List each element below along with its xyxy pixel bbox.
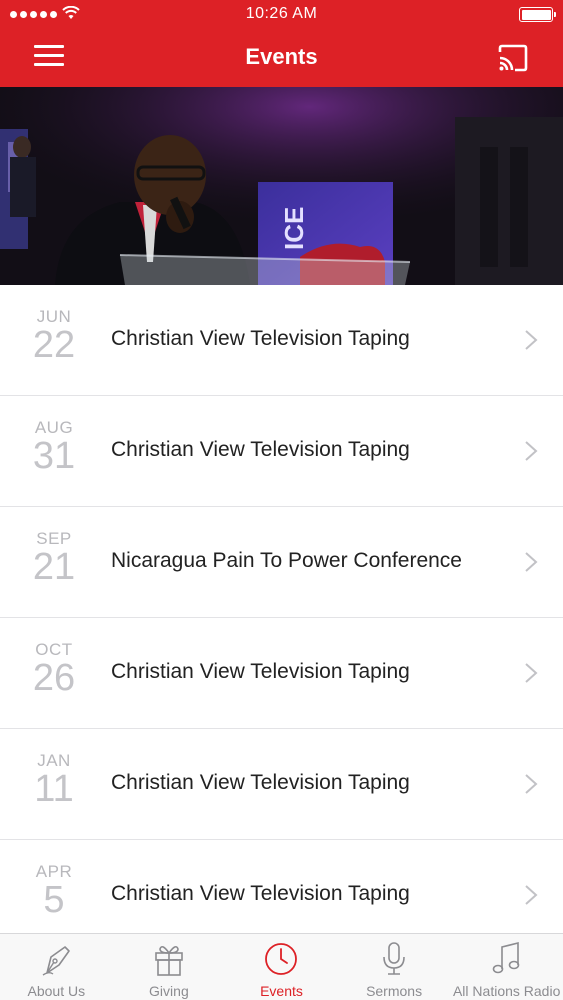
event-day: 26 (32, 657, 76, 699)
tab-bar: About Us Giving Events Sermons All Natio… (0, 933, 563, 1000)
event-date: AUG 31 (20, 418, 88, 476)
hero-image: ICE (0, 87, 563, 285)
chevron-right-icon (525, 774, 538, 794)
cast-icon[interactable] (497, 44, 529, 72)
event-row[interactable]: AUG 31 Christian View Television Taping (0, 396, 563, 507)
header: 10:26 AM Events (0, 0, 563, 87)
chevron-right-icon (525, 552, 538, 572)
page-title: Events (245, 44, 318, 69)
event-day: 22 (32, 324, 76, 366)
tab-label: About Us (27, 983, 86, 999)
event-title: Christian View Television Taping (111, 327, 410, 350)
microphone-icon (383, 942, 405, 975)
chevron-right-icon (525, 441, 538, 461)
chevron-right-icon (525, 663, 538, 683)
event-day: 31 (32, 435, 76, 477)
event-date: APR 5 (20, 862, 88, 920)
clock-icon (265, 943, 298, 975)
chevron-right-icon (525, 330, 538, 350)
event-day: 21 (32, 546, 76, 588)
event-day: 11 (34, 768, 74, 810)
svg-text:ICE: ICE (279, 207, 309, 250)
status-bar: 10:26 AM (0, 0, 563, 30)
event-date: OCT 26 (20, 640, 88, 698)
tab-giving[interactable]: Giving (113, 934, 226, 1000)
event-title: Christian View Television Taping (111, 438, 410, 461)
tab-label: Events (260, 983, 303, 999)
event-day: 5 (43, 879, 65, 921)
preacher-photo: ICE (0, 87, 563, 285)
gift-icon (155, 945, 183, 976)
event-title: Christian View Television Taping (111, 771, 410, 794)
chevron-right-icon (525, 885, 538, 905)
nav-bar: Events (0, 30, 563, 87)
tab-events[interactable]: Events (225, 934, 338, 1000)
tab-about-us[interactable]: About Us (0, 934, 113, 1000)
event-title: Nicaragua Pain To Power Conference (111, 549, 462, 572)
event-row[interactable]: OCT 26 Christian View Television Taping (0, 618, 563, 729)
tab-label: Sermons (366, 983, 423, 999)
tab-sermons[interactable]: Sermons (338, 934, 451, 1000)
music-note-icon (492, 941, 519, 974)
tab-all-nations-radio[interactable]: All Nations Radio (450, 934, 563, 1000)
event-row[interactable]: SEP 21 Nicaragua Pain To Power Conferenc… (0, 507, 563, 618)
status-time: 10:26 AM (245, 5, 318, 22)
tab-label: Giving (149, 983, 189, 999)
event-date: SEP 21 (20, 529, 88, 587)
event-title: Christian View Television Taping (111, 660, 410, 683)
events-list: JUN 22 Christian View Television Taping … (0, 285, 563, 951)
battery-icon (519, 7, 556, 22)
pen-nib-icon (42, 946, 71, 976)
event-title: Christian View Television Taping (111, 882, 410, 905)
event-date: JAN 11 (20, 751, 88, 809)
event-row[interactable]: JUN 22 Christian View Television Taping (0, 285, 563, 396)
event-row[interactable]: JAN 11 Christian View Television Taping (0, 729, 563, 840)
event-date: JUN 22 (20, 307, 88, 365)
tab-label: All Nations Radio (452, 983, 561, 999)
